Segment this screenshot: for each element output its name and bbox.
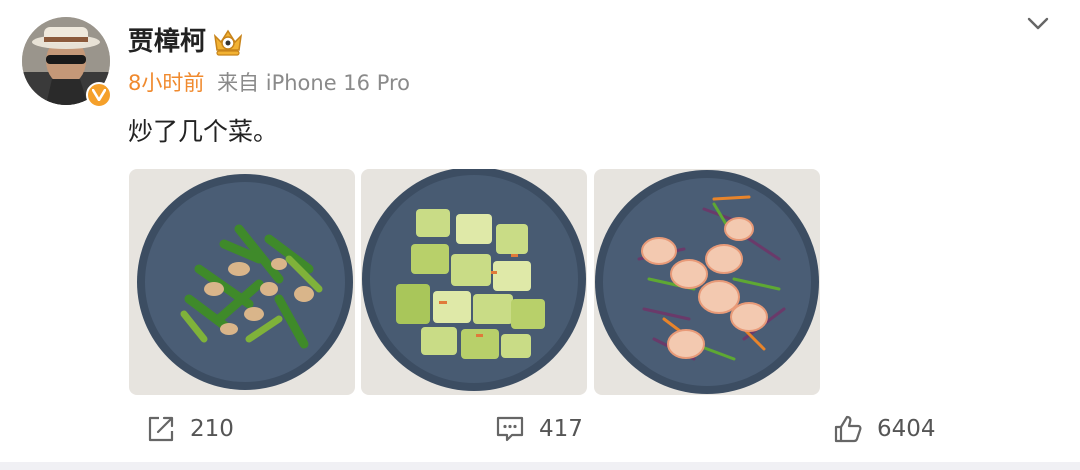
vip-icon[interactable] — [211, 26, 245, 58]
action-bar: 210 417 6404 — [0, 406, 1080, 452]
post-content: 炒了几个菜。 — [128, 117, 279, 146]
photo-3[interactable] — [594, 169, 820, 395]
like-count: 6404 — [877, 416, 936, 442]
like-button[interactable]: 6404 — [833, 406, 936, 452]
post-meta: 8小时前 来自 iPhone 16 Pro — [128, 68, 410, 98]
repost-count: 210 — [190, 416, 234, 442]
photo-1[interactable] — [129, 169, 355, 395]
post-source: 来自 iPhone 16 Pro — [217, 71, 411, 95]
divider — [0, 462, 1080, 470]
photo-2[interactable] — [361, 169, 587, 395]
repost-icon — [148, 416, 174, 442]
chevron-down-icon[interactable] — [1024, 12, 1052, 36]
like-icon — [834, 415, 862, 443]
verified-icon — [86, 82, 112, 108]
post-time[interactable]: 8小时前 — [128, 71, 204, 95]
comment-icon — [496, 416, 524, 442]
comment-button[interactable]: 417 — [495, 406, 583, 452]
author-name[interactable]: 贾樟柯 — [128, 24, 206, 60]
repost-button[interactable]: 210 — [146, 406, 234, 452]
comment-count: 417 — [539, 416, 583, 442]
